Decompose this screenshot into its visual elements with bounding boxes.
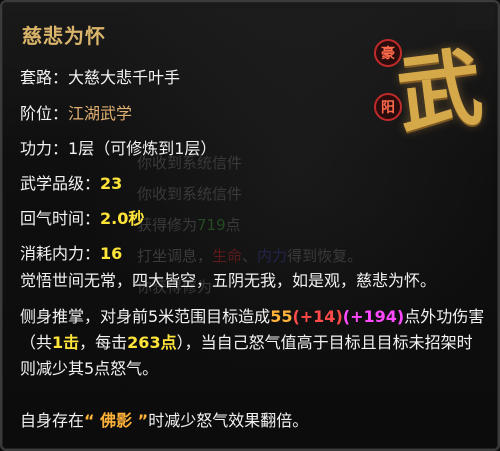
stat-value: 江湖武学 <box>68 104 133 123</box>
stat-label: 套路： <box>20 68 69 87</box>
description-text: ，每击 <box>79 333 128 352</box>
hit-count: 1击 <box>52 333 80 352</box>
damage-bonus-1: (+14) <box>292 307 343 326</box>
stat-row-route: 套路：大慈大悲千叶手 <box>20 64 180 88</box>
stat-label: 武学品级： <box>20 174 101 193</box>
description-text: 觉悟世间无常，四大皆空，五阴无我，如是观，慈悲为怀。 <box>20 271 437 290</box>
bg-message: 打坐调息，生命、内力得到恢复。 <box>137 247 363 265</box>
stat-row-cooldown: 回气时间：2.0秒 <box>20 205 144 229</box>
per-hit-damage: 263点 <box>127 333 177 352</box>
skill-tooltip-panel: 慈悲为怀 豪 阳 武 你收到系统信件 你收到系统信件 获得修为719点 打坐调息… <box>0 0 500 451</box>
stat-label: 回气时间： <box>20 209 101 228</box>
bg-message: 获得修为719点 <box>137 216 241 234</box>
stat-value: 1层（可修炼到1层） <box>68 139 217 158</box>
description-text: 侧身推掌，对身前5米范围目标造成 <box>20 307 271 326</box>
stat-value: 16 <box>100 244 123 263</box>
stat-value: 2.0秒 <box>100 209 145 228</box>
damage-value: 55 <box>270 307 293 326</box>
damage-bonus-2: (+194) <box>342 307 405 326</box>
stat-value: 23 <box>100 174 123 193</box>
buff-name: “ 佛影 ” <box>84 411 149 430</box>
stat-label: 消耗内力： <box>20 244 101 263</box>
skill-description-effect: 侧身推掌，对身前5米范围目标造成55(+14)(+194)点外功伤害（共1击，每… <box>20 304 488 382</box>
skill-description-line1: 觉悟世间无常，四大皆空，五阴无我，如是观，慈悲为怀。 <box>20 268 488 294</box>
stat-row-level: 功力：1层（可修炼到1层） <box>20 135 216 159</box>
description-text: 时减少怒气效果翻倍。 <box>148 411 309 430</box>
stat-row-cost: 消耗内力：16 <box>20 240 122 264</box>
bg-message: 你收到系统信件 <box>137 185 243 203</box>
stat-label: 功力： <box>20 139 69 158</box>
stat-label: 阶位： <box>20 104 69 123</box>
stat-row-grade: 武学品级：23 <box>20 170 122 194</box>
stat-row-rank: 阶位：江湖武学 <box>20 100 132 124</box>
stat-value: 大慈大悲千叶手 <box>68 68 181 87</box>
skill-description-bonus: 自身存在“ 佛影 ”时减少怒气效果翻倍。 <box>20 408 488 434</box>
skill-title: 慈悲为怀 <box>22 24 106 48</box>
martial-seal-emblem: 武 <box>391 37 482 146</box>
description-text: 自身存在 <box>20 411 85 430</box>
